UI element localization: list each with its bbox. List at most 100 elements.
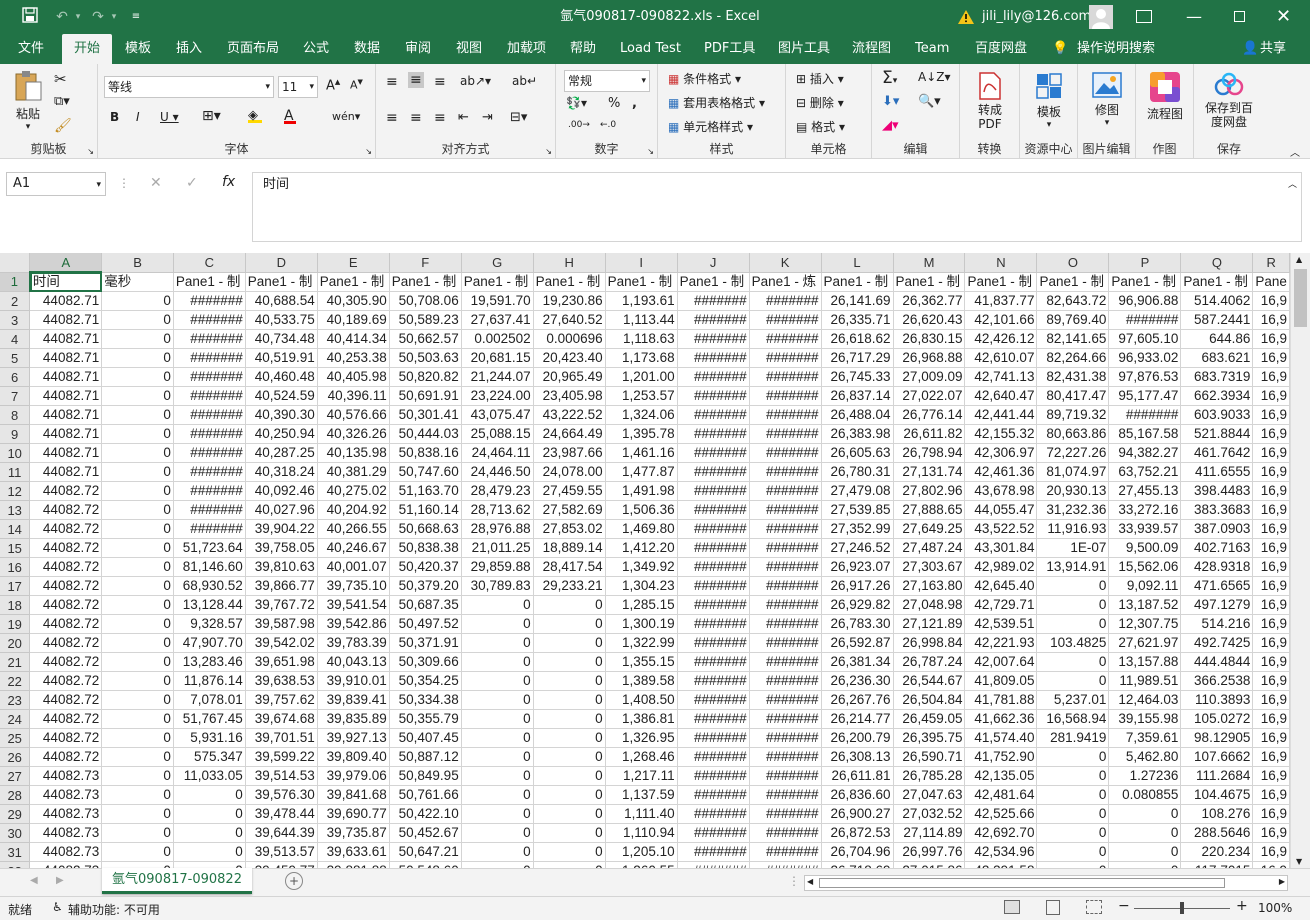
copy-icon[interactable]: ⧉▾ [54,94,70,109]
cell[interactable]: 39,542.02 [245,633,318,653]
cell[interactable]: 0 [533,652,606,672]
next-sheet-icon[interactable]: ▶ [56,875,64,886]
format-cells-button[interactable]: ▤ 格式 ▾ [796,118,845,135]
cell[interactable]: ####### [677,500,750,520]
cell[interactable]: ####### [749,804,822,824]
cell[interactable]: 1,386.81 [605,709,678,729]
cell[interactable]: 281.9419 [1036,728,1110,748]
save-icon[interactable] [20,7,40,27]
decrease-indent-icon[interactable]: ⇤ [458,110,469,125]
cell[interactable]: 16,9 [1252,747,1290,767]
page-break-view-icon[interactable] [1086,900,1102,914]
cell[interactable]: Pane1 - 制 [1036,272,1110,292]
cell[interactable]: 44082.71 [29,424,103,444]
cell[interactable]: 39,866.77 [245,576,318,596]
row-header[interactable]: 16 [0,557,31,577]
convert-pdf-button[interactable]: 转成PDF [966,72,1014,131]
cell[interactable]: 26,383.98 [821,424,894,444]
cell[interactable]: 42,989.02 [964,557,1038,577]
font-size-select[interactable]: 11 ▾ [278,76,318,98]
cell[interactable]: 50,407.45 [389,728,462,748]
cell[interactable]: 16,9 [1252,557,1290,577]
tab-page-layout[interactable]: 页面布局 [225,34,281,64]
cell[interactable]: 9,092.11 [1108,576,1182,596]
cell[interactable]: Pane1 - 炼 [749,272,822,292]
cell[interactable]: 40,043.13 [317,652,390,672]
column-header-q[interactable]: Q [1180,253,1254,273]
cell[interactable]: 80,417.47 [1036,386,1110,406]
tab-flowchart[interactable]: 流程图 [850,34,893,64]
cell[interactable]: 42,306.97 [964,443,1038,463]
cell[interactable]: 16,9 [1252,481,1290,501]
tab-team[interactable]: Team [913,34,951,64]
cell[interactable]: ####### [677,405,750,425]
cell[interactable]: 44082.72 [29,576,103,596]
cell[interactable]: ####### [749,671,822,691]
cell[interactable]: 24,446.50 [461,462,534,482]
cell[interactable]: 94,382.27 [1108,443,1182,463]
cell[interactable]: 11,989.51 [1108,671,1182,691]
cell[interactable]: 26,998.84 [893,633,966,653]
cell[interactable]: 7,359.61 [1108,728,1182,748]
cell[interactable]: 1,193.61 [605,291,678,311]
row-header[interactable]: 6 [0,367,31,387]
cell[interactable]: 18,889.14 [533,538,606,558]
cell[interactable]: 27,047.63 [893,785,966,805]
cell[interactable]: 497.1279 [1180,595,1254,615]
cell[interactable]: 40,576.66 [317,405,390,425]
cell[interactable]: ####### [749,595,822,615]
cell[interactable]: 16,9 [1252,595,1290,615]
cell[interactable]: 16,9 [1252,424,1290,444]
cell[interactable]: 1,322.99 [605,633,678,653]
column-header-b[interactable]: B [101,253,174,273]
cell[interactable]: 0 [1108,842,1182,862]
cell[interactable]: 0 [101,842,174,862]
redo-dropdown-icon[interactable]: ▾ [104,7,124,27]
cell[interactable]: 44082.72 [29,557,103,577]
cell[interactable]: 39,904.22 [245,519,318,539]
cell[interactable]: 0 [1036,576,1110,596]
cell[interactable]: 104.4675 [1180,785,1254,805]
cell[interactable]: 0 [533,804,606,824]
cell[interactable]: 82,141.65 [1036,329,1110,349]
cell[interactable]: 40,189.69 [317,310,390,330]
cell[interactable]: 39,541.54 [317,595,390,615]
cell[interactable]: 521.8844 [1180,424,1254,444]
cell[interactable]: 39,767.72 [245,595,318,615]
cell[interactable]: 81,074.97 [1036,462,1110,482]
cell[interactable]: 1,506.36 [605,500,678,520]
cell[interactable]: 0 [173,804,246,824]
cell[interactable]: ####### [677,766,750,786]
cell[interactable]: 0 [1108,804,1182,824]
cell[interactable]: 80,663.86 [1036,424,1110,444]
cell[interactable]: 39,809.40 [317,747,390,767]
cell[interactable]: 26,780.31 [821,462,894,482]
cell[interactable]: 0 [101,576,174,596]
cell[interactable]: 105.0272 [1180,709,1254,729]
wrap-text-icon[interactable]: ab↵ [512,74,537,88]
column-header-p[interactable]: P [1108,253,1182,273]
formula-input[interactable]: 时间 ︿ [252,172,1302,242]
cell[interactable]: 89,719.32 [1036,405,1110,425]
cell[interactable]: 42,155.32 [964,424,1038,444]
cell[interactable]: 43,222.52 [533,405,606,425]
cell[interactable]: 时间 [29,272,103,292]
cell[interactable]: 1,395.78 [605,424,678,444]
top-align-icon[interactable]: ≡ [386,74,398,90]
cell[interactable]: 27,459.55 [533,481,606,501]
cell[interactable]: 50,687.35 [389,595,462,615]
cell[interactable]: 0 [1036,804,1110,824]
cell[interactable]: 27,009.09 [893,367,966,387]
cell[interactable]: 0 [1036,823,1110,843]
cell[interactable]: Pane1 - 制 [317,272,390,292]
cell[interactable]: ####### [677,519,750,539]
cell[interactable]: 27,163.80 [893,576,966,596]
cell[interactable]: ####### [677,652,750,672]
tab-load-test[interactable]: Load Test [618,34,683,64]
cell[interactable]: 16,9 [1252,310,1290,330]
cell[interactable]: ####### [1108,405,1182,425]
cell[interactable]: 50,422.10 [389,804,462,824]
cell[interactable]: 44082.72 [29,595,103,615]
cell[interactable]: 27,649.25 [893,519,966,539]
cell[interactable]: 26,236.30 [821,671,894,691]
